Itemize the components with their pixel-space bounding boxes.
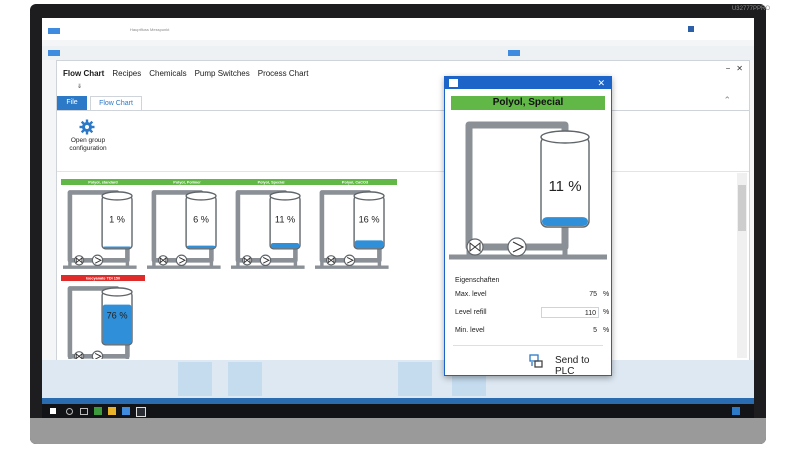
tank-level-text: 76 % [107,310,128,320]
gear-icon[interactable] [79,119,95,135]
monitor-chin [30,418,766,444]
send-to-plc-button[interactable]: Send to PLC [529,353,609,377]
chevron-down-icon[interactable]: ⇓ [77,83,82,90]
tank-unit: Polyol, standard 1 % [61,179,145,269]
tank-detail-diagram: 11 % [449,121,607,260]
task-view-icon[interactable] [80,408,88,415]
tank-name-label: Isocyanate TDI 150 [86,277,120,281]
ribbon-tabs: File Flow Chart ⌃ [57,95,749,111]
tank-unit: Polyol, Polimer 6 % [145,179,229,269]
tank-flow-diagram: Polyol, standard1 %Polyol, Polimer6 %Pol… [61,179,397,359]
level-refill-field[interactable]: 110 [541,307,599,318]
close-icon[interactable]: ✕ [597,77,605,89]
plc-transfer-icon [529,354,543,368]
grid-icon[interactable] [688,26,694,32]
menu-item-recipes[interactable]: Recipes [112,69,141,78]
table-column [228,362,262,396]
tank-level-text: 11 % [548,178,581,195]
menu-item-chemicals[interactable]: Chemicals [149,69,186,78]
scrollbar-thumb[interactable] [738,185,746,231]
background-app-title: Hauptfluss Messpunkt [130,27,170,32]
property-max-level: Max. level 75 % [455,289,609,301]
property-label: Level refill [455,309,487,316]
app-icon[interactable] [122,407,130,415]
folder-icon[interactable] [108,407,116,415]
screen: Hauptfluss Messpunkt Flow Chart Recipes … [42,18,754,418]
tank-fill [542,217,588,226]
tank-top [540,130,590,144]
tank-name-label: Polyol, CaCO3 [342,181,368,185]
active-app-icon[interactable] [136,407,146,417]
tank-top [101,191,133,201]
background-app-chip [508,50,520,56]
tank-level-text: 6 % [193,214,209,224]
restore-icon[interactable]: − [726,64,731,73]
dialog-title-bar: ✕ [445,77,611,89]
monitor-brand: U32777PPRO [731,6,770,12]
background-app-header: Hauptfluss Messpunkt [42,18,754,40]
tank-fill [354,240,384,249]
tank-detail-dialog: ✕ Polyol, Special 11 % Eigenschaften Max… [444,76,612,377]
tank-top [269,191,301,201]
vertical-scrollbar[interactable] [737,173,747,358]
flow-chart-window: Flow Chart Recipes Chemicals Pump Switch… [56,60,750,362]
collapse-ribbon-icon[interactable]: ⌃ [723,95,731,106]
property-unit: % [603,291,610,298]
property-label: Min. level [455,327,485,334]
background-table [42,360,754,398]
ribbon: Open group configuration [57,111,749,172]
search-icon[interactable] [66,408,73,415]
tank-top [101,287,133,297]
dialog-tank-title: Polyol, Special [451,96,605,110]
background-app-strip [42,46,754,60]
app-logo-icon [449,79,458,87]
open-group-configuration-button[interactable]: Open group configuration [59,137,117,153]
tank-unit: Isocyanate TDI 150 76 % [61,275,145,359]
menu-item-process-chart[interactable]: Process Chart [258,69,309,78]
background-app-button[interactable] [48,28,60,34]
tank-unit: Polyol, Special 11 % [229,179,313,269]
tank-level-text: 11 % [275,214,295,224]
windows-start-icon[interactable] [50,408,56,414]
menu-item-flow-chart[interactable]: Flow Chart [63,69,104,78]
tank-level-text: 16 % [359,214,380,224]
tank-unit: Polyol, CaCO3 16 % [313,179,397,269]
app-icon[interactable] [94,407,102,415]
menu-item-pump-switches[interactable]: Pump Switches [195,69,250,78]
tab-flow-chart[interactable]: Flow Chart [90,96,142,110]
property-unit: % [603,309,610,316]
tank-fill [102,246,132,249]
tank-name-label: Polyol, Special [258,181,285,185]
property-unit: % [603,327,610,334]
property-level-refill: Level refill 110 % [455,307,609,319]
table-column [178,362,212,396]
max-level-value[interactable]: 75 [541,289,599,300]
background-app-chip [48,50,60,56]
tank-name-label: Polyol, Polimer [173,181,201,185]
min-level-value[interactable]: 5 [541,325,599,336]
tank-top [185,191,217,201]
tank-top [353,191,385,201]
tank-level-text: 1 % [109,214,125,224]
main-menu: Flow Chart Recipes Chemicals Pump Switch… [63,69,308,78]
divider [453,345,603,346]
properties-heading: Eigenschaften [455,277,500,284]
tank-fill [270,242,300,249]
property-label: Max. level [455,291,487,298]
close-icon[interactable]: ✕ [736,64,743,73]
tank-name-label: Polyol, standard [88,181,118,185]
taskbar [42,404,754,418]
table-column [398,362,432,396]
property-min-level: Min. level 5 % [455,325,609,337]
tab-file[interactable]: File [57,96,87,110]
tank-fill [186,245,216,249]
send-to-plc-label: Send to PLC [555,355,590,377]
notification-icon[interactable] [732,407,740,415]
window-controls: − ✕ [726,64,743,73]
